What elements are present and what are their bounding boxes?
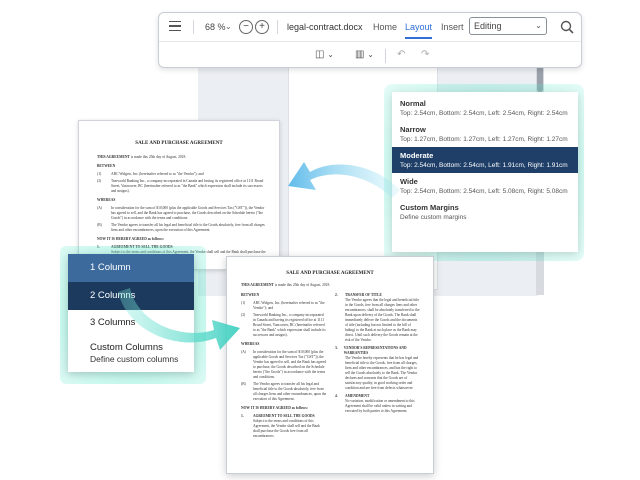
doc-section-num: 4.: [335, 394, 338, 398]
redo-icon[interactable]: ↷: [421, 47, 429, 63]
margins-option-title: Normal: [400, 99, 426, 108]
doc-section-num: 1.: [241, 414, 244, 418]
margins-icon: ◫: [315, 49, 325, 60]
doc-intro-rest: is made this 25th day of August, 2018.: [129, 155, 187, 159]
divider: [385, 49, 386, 63]
doc-now-agreed: NOW IT IS HEREBY AGREED as follows:: [97, 237, 164, 241]
doc-intro-rest: is made this 25th day of August, 2018.: [273, 283, 331, 287]
tab-home[interactable]: Home: [373, 19, 397, 35]
margins-option-title: Moderate: [400, 151, 434, 160]
doc-recital-num: (A): [97, 206, 102, 210]
doc-section-text: The Vendor hereby represents that he has…: [345, 356, 419, 390]
margins-option-normal[interactable]: Normal Top: 2.54cm, Bottom: 2.54cm, Left…: [392, 94, 578, 122]
zoom-out-button[interactable]: −: [239, 20, 253, 34]
document-page-two-columns: SALE AND PURCHASE AGREEMENT THIS AGREEME…: [226, 256, 434, 474]
doc-party-text: ABC Widgets, Inc. (hereinafter referred …: [111, 172, 204, 176]
doc-body: THIS AGREEMENT is made this 25th day of …: [97, 155, 267, 260]
doc-section-text: No variation, modification or amendment …: [345, 399, 415, 413]
margins-dropdown: Normal Top: 2.54cm, Bottom: 2.54cm, Left…: [392, 92, 578, 252]
doc-recital-num: (B): [241, 382, 246, 386]
margins-option-title: Wide: [400, 177, 418, 186]
doc-party: (1) ABC Widgets, Inc. (hereinafter referr…: [97, 172, 267, 177]
tab-insert[interactable]: Insert: [441, 19, 464, 35]
doc-section-title: VENDOR'S REPRESENTATIONS AND WARRANTIES: [343, 346, 407, 355]
doc-column-left: BETWEEN (1) ABC Widgets, Inc. (hereinafte…: [241, 293, 327, 439]
chevron-down-icon: ⌄: [367, 50, 374, 59]
tab-layout[interactable]: Layout: [405, 19, 433, 39]
doc-intro: THIS AGREEMENT is made this 25th day of …: [241, 283, 421, 288]
doc-whereas: WHEREAS: [97, 198, 116, 202]
doc-intro-bold: THIS AGREEMENT: [97, 155, 130, 159]
search-icon[interactable]: [559, 19, 575, 35]
toolbar-top-row: 68 % ⌄ − + legal-contract.docx Home Layo…: [159, 13, 581, 41]
doc-recital: (B) The Vendor agrees to transfer all his…: [97, 223, 267, 233]
doc-section-heading: 3. VENDOR'S REPRESENTATIONS AND WARRANTIE…: [335, 346, 421, 356]
divider: [193, 20, 194, 34]
doc-section-text: The Vendor agrees that the legal and ben…: [345, 298, 420, 342]
zoom-in-button[interactable]: +: [255, 20, 269, 34]
margins-option-narrow[interactable]: Narrow Top: 1.27cm, Bottom: 1.27cm, Left…: [392, 122, 578, 147]
doc-column-right: 2. TRANSFER OF TITLE The Vendor agrees th…: [335, 293, 421, 414]
margins-option-title: Narrow: [400, 125, 426, 134]
toolbar-bottom-row: ◫ ⌄ ▥ ⌄ ↶ ↷: [159, 41, 581, 69]
doc-whereas: WHEREAS: [241, 342, 260, 346]
doc-recital: (A) In consideration for the sum of $10,0…: [241, 350, 327, 380]
doc-section-text: Subject to the terms and conditions of t…: [253, 419, 320, 438]
doc-recital-text: The Vendor agrees to transfer all his le…: [111, 223, 265, 232]
divider: [277, 20, 278, 34]
margins-option-desc: Top: 1.27cm, Bottom: 1.27cm, Left: 1.27c…: [400, 136, 568, 143]
margins-option-desc: Define custom margins: [400, 214, 467, 221]
doc-party: (2) Tearworld Banking Inc., a company inc…: [97, 179, 267, 194]
doc-intro: THIS AGREEMENT is made this 25th day of …: [97, 155, 267, 160]
margins-option-wide[interactable]: Wide Top: 2.54cm, Bottom: 2.54cm, Left: …: [392, 174, 578, 199]
doc-title: SALE AND PURCHASE AGREEMENT: [286, 271, 374, 276]
zoom-level[interactable]: 68 %: [205, 19, 226, 35]
doc-recital-text: The Vendor agrees to transfer all his le…: [253, 382, 327, 401]
file-name: legal-contract.docx: [287, 22, 363, 32]
editor-toolbar: 68 % ⌄ − + legal-contract.docx Home Layo…: [158, 12, 582, 68]
margins-option-desc: Top: 2.54cm, Bottom: 2.54cm, Left: 5.08c…: [400, 188, 568, 195]
doc-party-num: (1): [97, 172, 102, 176]
doc-title: SALE AND PURCHASE AGREEMENT: [135, 141, 223, 146]
chevron-down-icon[interactable]: ⌄: [225, 19, 232, 35]
margins-option-desc: Top: 2.54cm, Bottom: 2.54cm, Left: 1.91c…: [400, 162, 568, 169]
doc-party-num: (2): [97, 179, 102, 183]
margins-option-title: Custom Margins: [400, 203, 459, 212]
mode-select[interactable]: Editing ⌄: [469, 17, 547, 35]
menu-icon[interactable]: [169, 21, 181, 31]
doc-recital: (B) The Vendor agrees to transfer all his…: [241, 382, 327, 402]
doc-section-num: 2.: [335, 293, 338, 297]
doc-recital-num: (B): [97, 223, 102, 227]
margins-option-custom[interactable]: Custom Margins Define custom margins: [392, 200, 578, 226]
arrow-icon: [118, 288, 240, 350]
doc-party-text: Tearworld Banking Inc., a company incorp…: [253, 313, 326, 337]
undo-icon[interactable]: ↶: [397, 47, 405, 63]
doc-recital-text: In consideration for the sum of $10,000 …: [111, 206, 265, 220]
doc-party-text: Tearworld Banking Inc., a company incorp…: [111, 179, 264, 193]
doc-party: (1) ABC Widgets, Inc. (hereinafter referr…: [241, 301, 327, 311]
doc-recital-text: In consideration for the sum of $10,000 …: [253, 350, 327, 379]
doc-now-agreed: NOW IT IS HEREBY AGREED as follows:: [241, 406, 308, 410]
doc-party-text: ABC Widgets, Inc. (hereinafter referred …: [253, 301, 325, 310]
columns-button[interactable]: ▥ ⌄: [355, 47, 374, 63]
columns-icon: ▥: [355, 49, 365, 60]
chevron-down-icon: ⌄: [535, 21, 542, 30]
doc-between: BETWEEN: [97, 164, 116, 168]
arrow-icon: [288, 162, 400, 198]
margins-option-moderate[interactable]: Moderate Top: 2.54cm, Bottom: 2.54cm, Le…: [392, 147, 578, 173]
chevron-down-icon: ⌄: [327, 50, 334, 59]
doc-between: BETWEEN: [241, 293, 260, 297]
margins-button[interactable]: ◫ ⌄: [315, 47, 334, 63]
mode-select-value: Editing: [474, 21, 502, 31]
doc-recital: (A) In consideration for the sum of $10,0…: [97, 206, 267, 221]
doc-party: (2) Tearworld Banking Inc., a company inc…: [241, 313, 327, 338]
doc-section-num: 3.: [335, 346, 338, 350]
margins-option-desc: Top: 2.54cm, Bottom: 2.54cm, Left: 2.54c…: [400, 110, 568, 117]
